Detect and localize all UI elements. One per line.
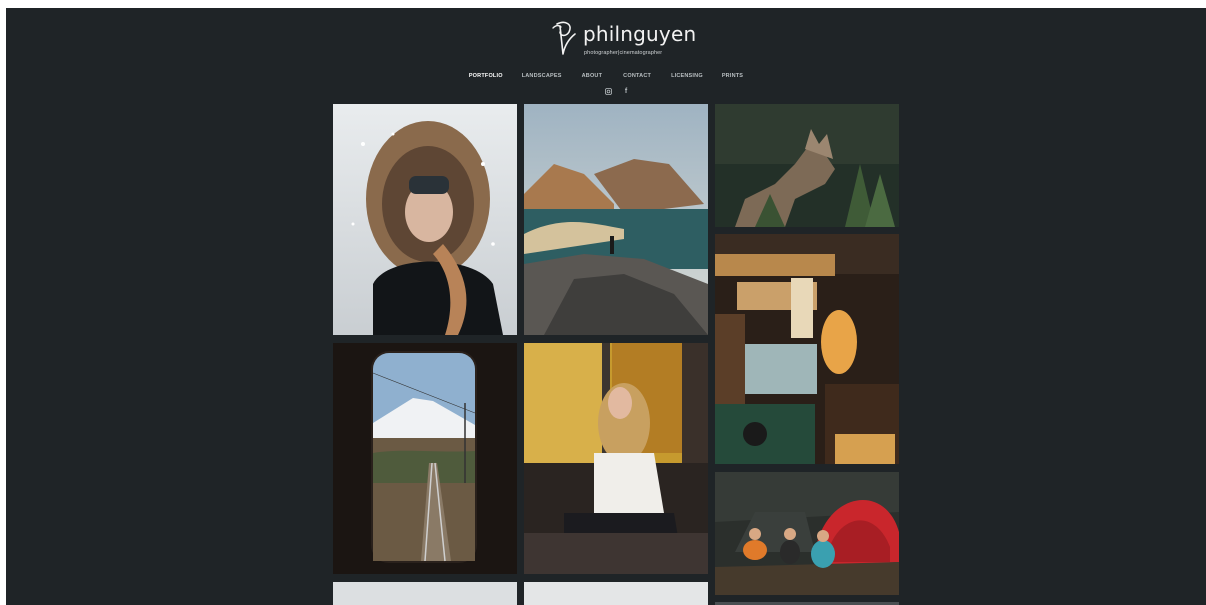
photo-camping-tent-night[interactable] <box>715 472 899 595</box>
facebook-icon[interactable]: f <box>622 87 630 95</box>
site-name: philnguyen <box>583 22 697 46</box>
nav-item-portfolio[interactable]: PORTFOLIO <box>469 73 503 85</box>
site-tagline: photographer|cinematographer <box>584 50 663 56</box>
photo-japanese-food-stall[interactable] <box>715 234 899 464</box>
photo-fjord-mountains[interactable] <box>524 104 708 335</box>
main-nav: PORTFOLIO LANDSCAPES ABOUT CONTACT LICEN… <box>6 73 1206 85</box>
nav-item-contact[interactable]: CONTACT <box>623 73 651 85</box>
site-logo[interactable]: philnguyen photographer|cinematographer <box>551 20 696 64</box>
page-frame: philnguyen photographer|cinematographer … <box>6 8 1206 605</box>
photo-woman-train-window[interactable] <box>524 343 708 574</box>
nav-item-landscapes[interactable]: LANDSCAPES <box>522 73 562 85</box>
nav-item-licensing[interactable]: LICENSING <box>671 73 703 85</box>
logo-monogram-icon <box>552 21 576 55</box>
instagram-icon[interactable] <box>604 87 612 95</box>
photo-partial-2[interactable] <box>524 582 708 605</box>
nav-item-about[interactable]: ABOUT <box>582 73 603 85</box>
photo-woman-snow-hood[interactable] <box>333 104 517 335</box>
photo-train-window-fuji[interactable] <box>333 343 517 574</box>
photo-wolf-forest[interactable] <box>715 104 899 227</box>
photo-partial-1[interactable] <box>333 582 517 605</box>
nav-item-prints[interactable]: PRINTS <box>722 73 743 85</box>
social-links: f <box>604 87 630 95</box>
